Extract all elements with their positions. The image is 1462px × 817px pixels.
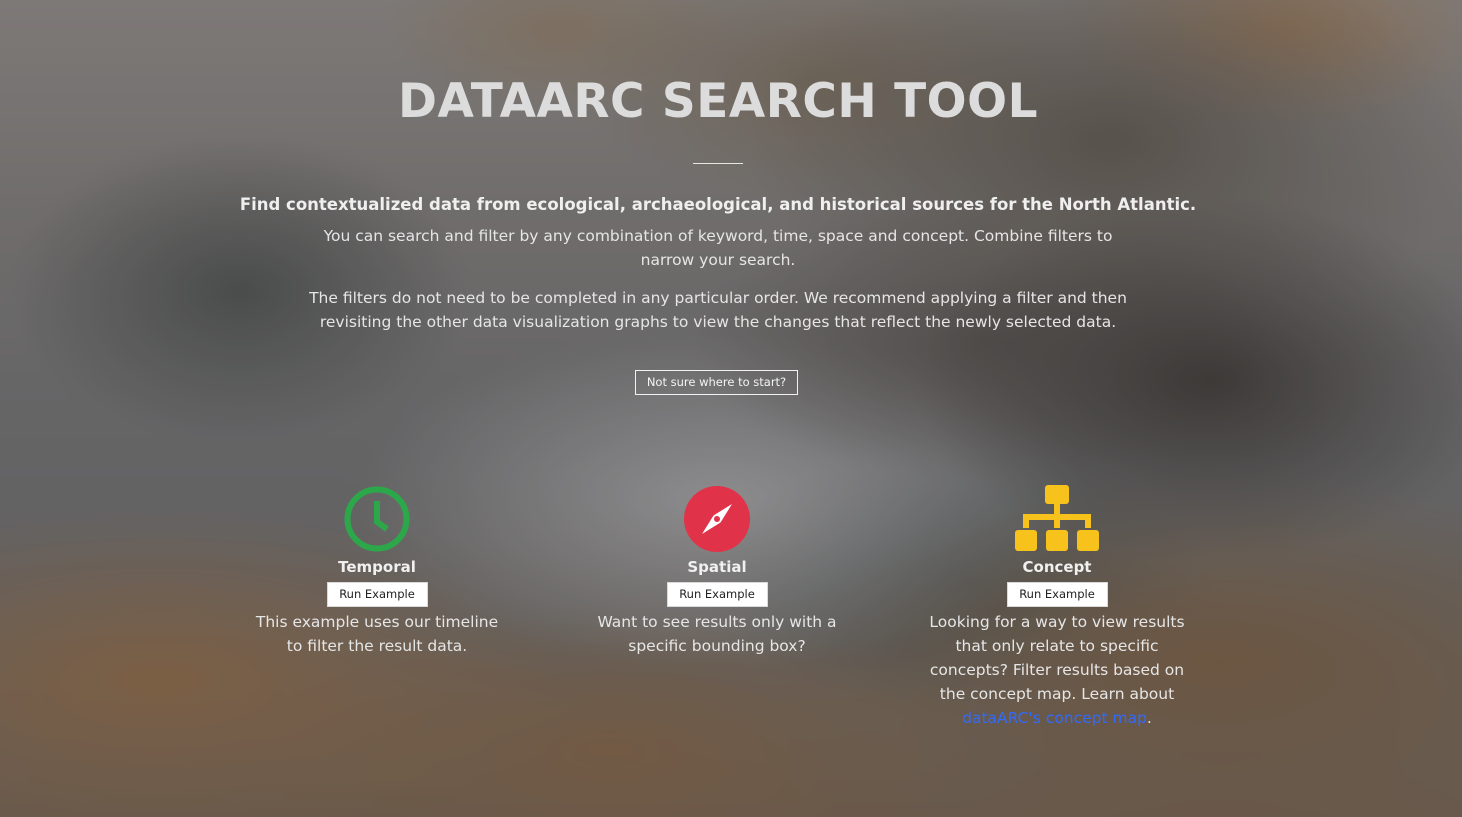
page-title: DATAARC SEARCH TOOL — [397, 74, 1039, 129]
learn-about-text: Learn about — [1081, 685, 1175, 703]
run-example-temporal-button[interactable]: Run Example — [326, 582, 428, 607]
run-example-spatial-button[interactable]: Run Example — [666, 582, 768, 607]
run-example-concept-button[interactable]: Run Example — [1006, 582, 1108, 607]
compass-icon — [684, 486, 750, 552]
example-description: Looking for a way to view results that o… — [929, 610, 1185, 730]
example-description: This example uses our timeline to filter… — [255, 613, 499, 655]
example-description: Want to see results only with a specific… — [597, 613, 837, 655]
learn-suffix-text: . — [1146, 709, 1152, 727]
lead-text: Find contextualized data from ecological… — [239, 195, 1197, 214]
example-title: Spatial — [687, 558, 747, 576]
not-sure-where-to-start-button[interactable]: Not sure where to start? — [635, 370, 798, 395]
concept-map-link[interactable]: dataARC's concept map — [962, 709, 1147, 727]
example-card-spatial: Spatial Run Example Want to see results … — [582, 484, 852, 658]
title-divider — [693, 163, 743, 164]
hero-content: DATAARC SEARCH TOOL Find contextualized … — [0, 0, 1462, 817]
clock-icon — [344, 486, 410, 552]
example-title: Temporal — [338, 558, 416, 576]
intro-paragraph: You can search and filter by any combina… — [323, 227, 1113, 269]
example-card-concept: Concept Run Example Looking for a way to… — [922, 484, 1192, 730]
example-title: Concept — [1022, 558, 1092, 576]
filters-paragraph: The filters do not need to be completed … — [309, 289, 1127, 331]
hero-section: DATAARC SEARCH TOOL Find contextualized … — [0, 0, 1462, 817]
example-card-temporal: Temporal Run Example This example uses o… — [242, 484, 512, 658]
sitemap-icon — [1015, 485, 1099, 551]
